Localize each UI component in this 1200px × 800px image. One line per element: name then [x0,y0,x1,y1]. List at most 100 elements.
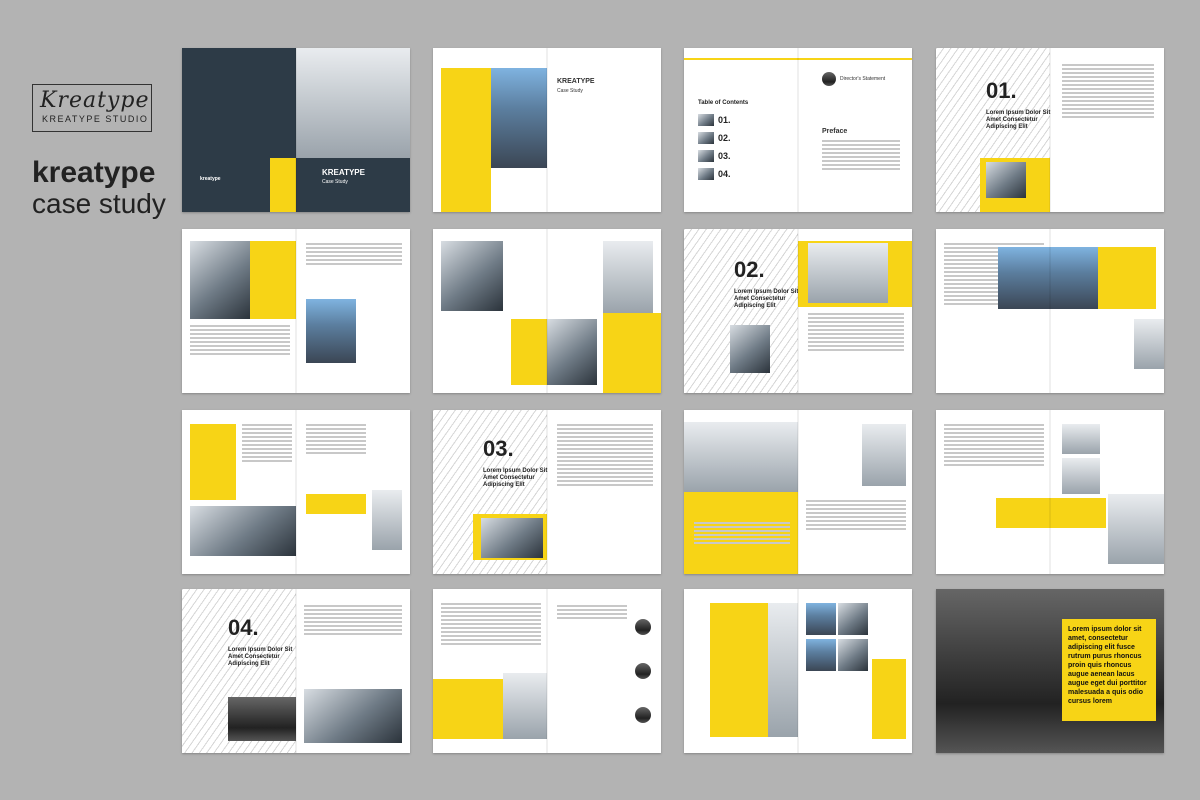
cover-title-panel [296,158,410,212]
yellow-text-block [603,313,661,393]
cover-mini-brand: kreatype [200,176,221,182]
room-photo [1062,458,1100,494]
fold [546,410,548,574]
toc-thumb [698,168,714,180]
spread-8 [936,229,1164,393]
body-text [1062,64,1154,120]
body-text [306,424,366,456]
spread-6 [433,229,661,393]
body-text [306,243,402,267]
glass-building-photo [190,241,250,319]
fold [797,48,799,212]
spread-section-3: 03. Lorem Ipsum Dolor Sit Amet Consectet… [433,410,661,574]
fold [295,229,297,393]
city-photo [806,639,836,671]
structure-photo [190,506,296,556]
room-photo [1062,424,1100,454]
fold [295,48,297,212]
logo-subtitle: KREATYPE STUDIO [42,114,149,124]
yellow-column [710,603,768,737]
section-number: 03. [483,436,514,461]
glass-roof-photo [998,247,1098,309]
body-text [190,325,290,357]
body-text [808,313,904,353]
yellow-caption [1098,247,1156,309]
toc-thumb [698,132,714,144]
avatar [635,663,651,679]
toc-thumb [698,150,714,162]
side-photo [372,490,402,550]
section-number: 04. [228,615,259,640]
spread-11 [684,410,912,574]
city-photo [806,603,836,635]
spread-2-sub: Case Study [557,88,583,94]
section-number: 01. [986,78,1017,103]
section-number: 02. [734,257,765,282]
fold [546,48,548,212]
director-avatar [822,72,836,86]
section-heading: Lorem Ipsum Dolor Sit Amet Consectetur A… [986,110,1051,130]
toc-thumb [698,114,714,126]
quote-text [557,605,627,621]
yellow-quote-block [433,679,503,739]
title-bold: kreatype [32,156,156,189]
architecture-photo [730,325,770,373]
window-photo [862,424,906,486]
fold [797,589,799,753]
preface-title: Preface [822,128,848,135]
brand-block: Kreatype KREATYPE STUDIO kreatype case s… [32,84,172,220]
spread-2-title: KREATYPE [557,78,595,85]
spread-2: KREATYPE Case Study [433,48,661,212]
toc-item-3: 03. [718,151,731,161]
cafe-photo [684,422,798,492]
tower-photo [306,299,356,363]
fold [295,410,297,574]
body-text [304,605,402,637]
avatar [635,707,651,723]
fold [797,229,799,393]
section-heading: Lorem Ipsum Dolor Sit Amet Consectetur A… [483,468,548,488]
yellow-highlight [306,494,366,514]
body-text [944,424,1044,468]
city-street-photo [304,689,402,743]
spread-5 [182,229,410,393]
kreatype-logo: Kreatype KREATYPE STUDIO [32,84,152,132]
yellow-column [441,68,491,212]
toc-item-1: 01. [718,115,731,125]
portrait-photo [503,673,547,739]
toc-item-2: 02. [718,133,731,143]
body-text [557,424,653,488]
body-text [806,500,906,532]
director-label: Director's Statement [840,76,886,82]
toc-item-4: 04. [718,169,731,179]
spread-section-1: 01. Lorem Ipsum Dolor Sit Amet Consectet… [936,48,1164,212]
spread-toc: Table of Contents 01. 02. 03. 04. Direct… [684,48,912,212]
cover-laptop-photo [296,48,410,158]
body-text [694,522,790,546]
spread-final: Lorem ipsum dolor sit amet, consectetur … [936,589,1164,753]
spread-section-4: 04. Lorem Ipsum Dolor Sit Amet Consectet… [182,589,410,753]
logo-script: Kreatype [40,88,150,113]
stairs-photo [603,241,653,313]
corridor-photo [481,518,543,558]
fold [797,410,799,574]
yellow-caption [872,659,906,739]
interior-photo [1134,319,1164,369]
yellow-highlight [996,498,1106,528]
final-quote: Lorem ipsum dolor sit amet, consectetur … [1068,626,1147,705]
facade-photo [808,243,888,303]
fold [1049,229,1051,393]
fold [1049,48,1051,212]
yellow-quote-block [190,424,236,500]
mall-photo [768,603,798,737]
spread-section-2: 02. Lorem Ipsum Dolor Sit Amet Consectet… [684,229,912,393]
building-photo [986,162,1026,198]
fold [546,589,548,753]
fold [295,589,297,753]
spread-15 [684,589,912,753]
spread-9 [182,410,410,574]
spread-cover: KREATYPE Case Study kreatype [182,48,410,212]
title-light: case study [32,188,166,219]
yellow-quote-block [511,319,547,385]
yellow-quote-block [250,241,296,319]
